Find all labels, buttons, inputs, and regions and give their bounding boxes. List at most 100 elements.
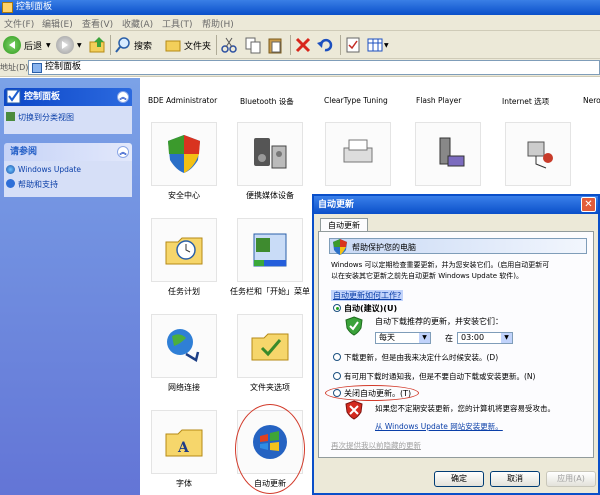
cut-button[interactable] [220,34,238,56]
menu-bar: 文件(F) 编辑(E) 查看(V) 收藏(A) 工具(T) 帮助(H) [0,15,600,31]
search-icon [115,37,130,53]
views-dropdown-icon[interactable]: ▼ [384,42,389,49]
item-label: 便携媒体设备 [246,191,294,200]
see-also-section-body: Windows Update 帮助和支持 [4,161,132,197]
folder-icon [165,40,181,52]
forward-dropdown-icon[interactable]: ▼ [77,42,82,49]
item-label-bde[interactable]: BDE Administrator [148,96,217,105]
phone-modem-icon [415,122,481,186]
menu-favorites[interactable]: 收藏(A) [122,17,153,30]
radio-download-only[interactable] [333,353,341,361]
fonts-icon: A [151,410,217,474]
scheduled-tasks-icon [151,218,217,282]
menu-view[interactable]: 查看(V) [82,17,113,30]
highlight-ellipse [235,404,305,494]
collapse-chevron-icon[interactable]: ︽ [117,91,129,103]
close-icon[interactable]: ✕ [581,197,596,212]
printer-icon [325,122,391,186]
control-panel-item[interactable]: 文件夹选项 [230,314,310,393]
category-view-icon [6,112,15,121]
paste-button[interactable] [266,34,284,56]
radio-auto-label: 自动(建议)(U) [344,304,398,313]
forward-arrow-icon [56,36,74,54]
folders-button[interactable]: 文件夹 [164,34,211,56]
control-panel-section-body: 切换到分类视图 [4,106,132,134]
up-folder-button[interactable] [88,34,108,56]
radio-turn-off[interactable] [333,389,341,397]
tab-auto-update[interactable]: 自动更新 [320,218,368,232]
window-titlebar[interactable]: 控制面板 [0,0,600,15]
views-button[interactable]: ▼ [366,34,389,56]
collapse-chevron-icon[interactable]: ︽ [117,146,129,158]
copy-button[interactable] [244,34,262,56]
radio-turn-off-label: 关闭自动更新。(T) [344,389,412,398]
description-line-1: Windows 可以定期检查重要更新，并为您安装它们。(启用自动更新可 [331,261,550,269]
warning-text: 如果您不定期安装更新，您的计算机将更容易受攻击。 [375,404,555,413]
see-also-section-header[interactable]: 请参阅 ︽ [4,143,132,161]
delete-button[interactable] [294,34,312,56]
item-label: 安全中心 [168,191,200,200]
radio-download-only-label: 下载更新，但是由我来决定什么时候安装。(D) [344,353,499,362]
back-dropdown-icon[interactable]: ▼ [46,42,51,49]
taskbar-icon [237,218,303,282]
menu-tools[interactable]: 工具(T) [162,17,193,30]
item-label-cleartype[interactable]: ClearType Tuning [324,96,388,105]
item-label-flash[interactable]: Flash Player [416,96,461,105]
dropdown-arrow-icon: ▼ [419,333,430,343]
back-button[interactable]: 后退 ▼ [3,34,51,56]
schedule-day-select[interactable]: 每天 ▼ [375,332,431,344]
auto-sub-text: 自动下载推荐的更新，并安装它们： [375,317,503,326]
menu-edit[interactable]: 编辑(E) [42,17,73,30]
control-panel-section-header[interactable]: 控制面板 ︽ [4,88,132,106]
menu-file[interactable]: 文件(F) [4,17,34,30]
views-grid-icon [367,38,383,52]
copy-icon [245,37,261,54]
address-bar: 地址(D) 控制面板 [0,59,600,77]
control-panel-item[interactable] [318,122,398,186]
switch-to-category-view-link[interactable]: 切换到分类视图 [6,112,74,123]
header-banner: 帮助保护您的电脑 [329,238,587,255]
control-panel-item[interactable]: 任务栏和「开始」菜单 [230,218,310,297]
svg-text:A: A [177,440,190,456]
offer-hidden-updates-link: 再次提供我以前隐藏的更新 [331,441,421,450]
help-support-link[interactable]: 帮助和支持 [6,179,58,190]
radio-auto[interactable] [333,304,341,312]
control-panel-item[interactable] [408,122,488,186]
properties-icon [346,37,360,53]
address-label: 地址(D) [0,63,29,72]
control-panel-item[interactable]: A 字体 [144,410,224,489]
control-panel-item[interactable]: 便携媒体设备 [230,122,310,201]
item-label: 任务计划 [168,287,200,296]
item-label-nero[interactable]: Nero [583,96,600,105]
item-label-internet-options[interactable]: Internet 选项 [502,96,549,107]
red-shield-x-icon [345,400,363,420]
control-panel-item[interactable]: 网络连接 [144,314,224,393]
portable-media-icon [237,122,303,186]
address-input[interactable]: 控制面板 [28,60,600,75]
radio-notify-only[interactable] [333,372,341,380]
item-label: 文件夹选项 [250,383,290,392]
undo-button[interactable] [316,34,334,56]
power-options-icon [505,122,571,186]
ok-button[interactable]: 确定 [434,471,484,487]
menu-help[interactable]: 帮助(H) [202,17,234,30]
control-panel-item[interactable] [498,122,578,186]
description-line-2: 以在安装其它更新之前先自动更新 Windows Update 软件)。 [331,272,524,280]
forward-button[interactable]: ▼ [56,34,82,56]
apply-button: 应用(A) [546,471,596,487]
schedule-time-select[interactable]: 03:00 ▼ [457,332,513,344]
scissors-icon [221,37,237,53]
windows-update-site-link[interactable]: 从 Windows Update 网站安装更新。 [375,421,503,432]
windows-update-link[interactable]: Windows Update [6,165,81,174]
paste-icon [268,38,282,54]
properties-button[interactable] [344,34,362,56]
dropdown-arrow-icon: ▼ [501,333,512,343]
control-panel-item[interactable]: 安全中心 [144,122,224,201]
cancel-button[interactable]: 取消 [490,471,540,487]
control-panel-item[interactable]: 任务计划 [144,218,224,297]
search-button[interactable]: 搜索 [114,34,152,56]
item-label-bluetooth[interactable]: Bluetooth 设备 [240,96,294,107]
dialog-titlebar[interactable]: 自动更新 ✕ [314,196,598,214]
dialog-tab-page: 帮助保护您的电脑 Windows 可以定期检查重要更新，并为您安装它们。(启用自… [318,231,594,458]
how-it-works-link[interactable]: 自动更新如何工作? [331,290,404,301]
